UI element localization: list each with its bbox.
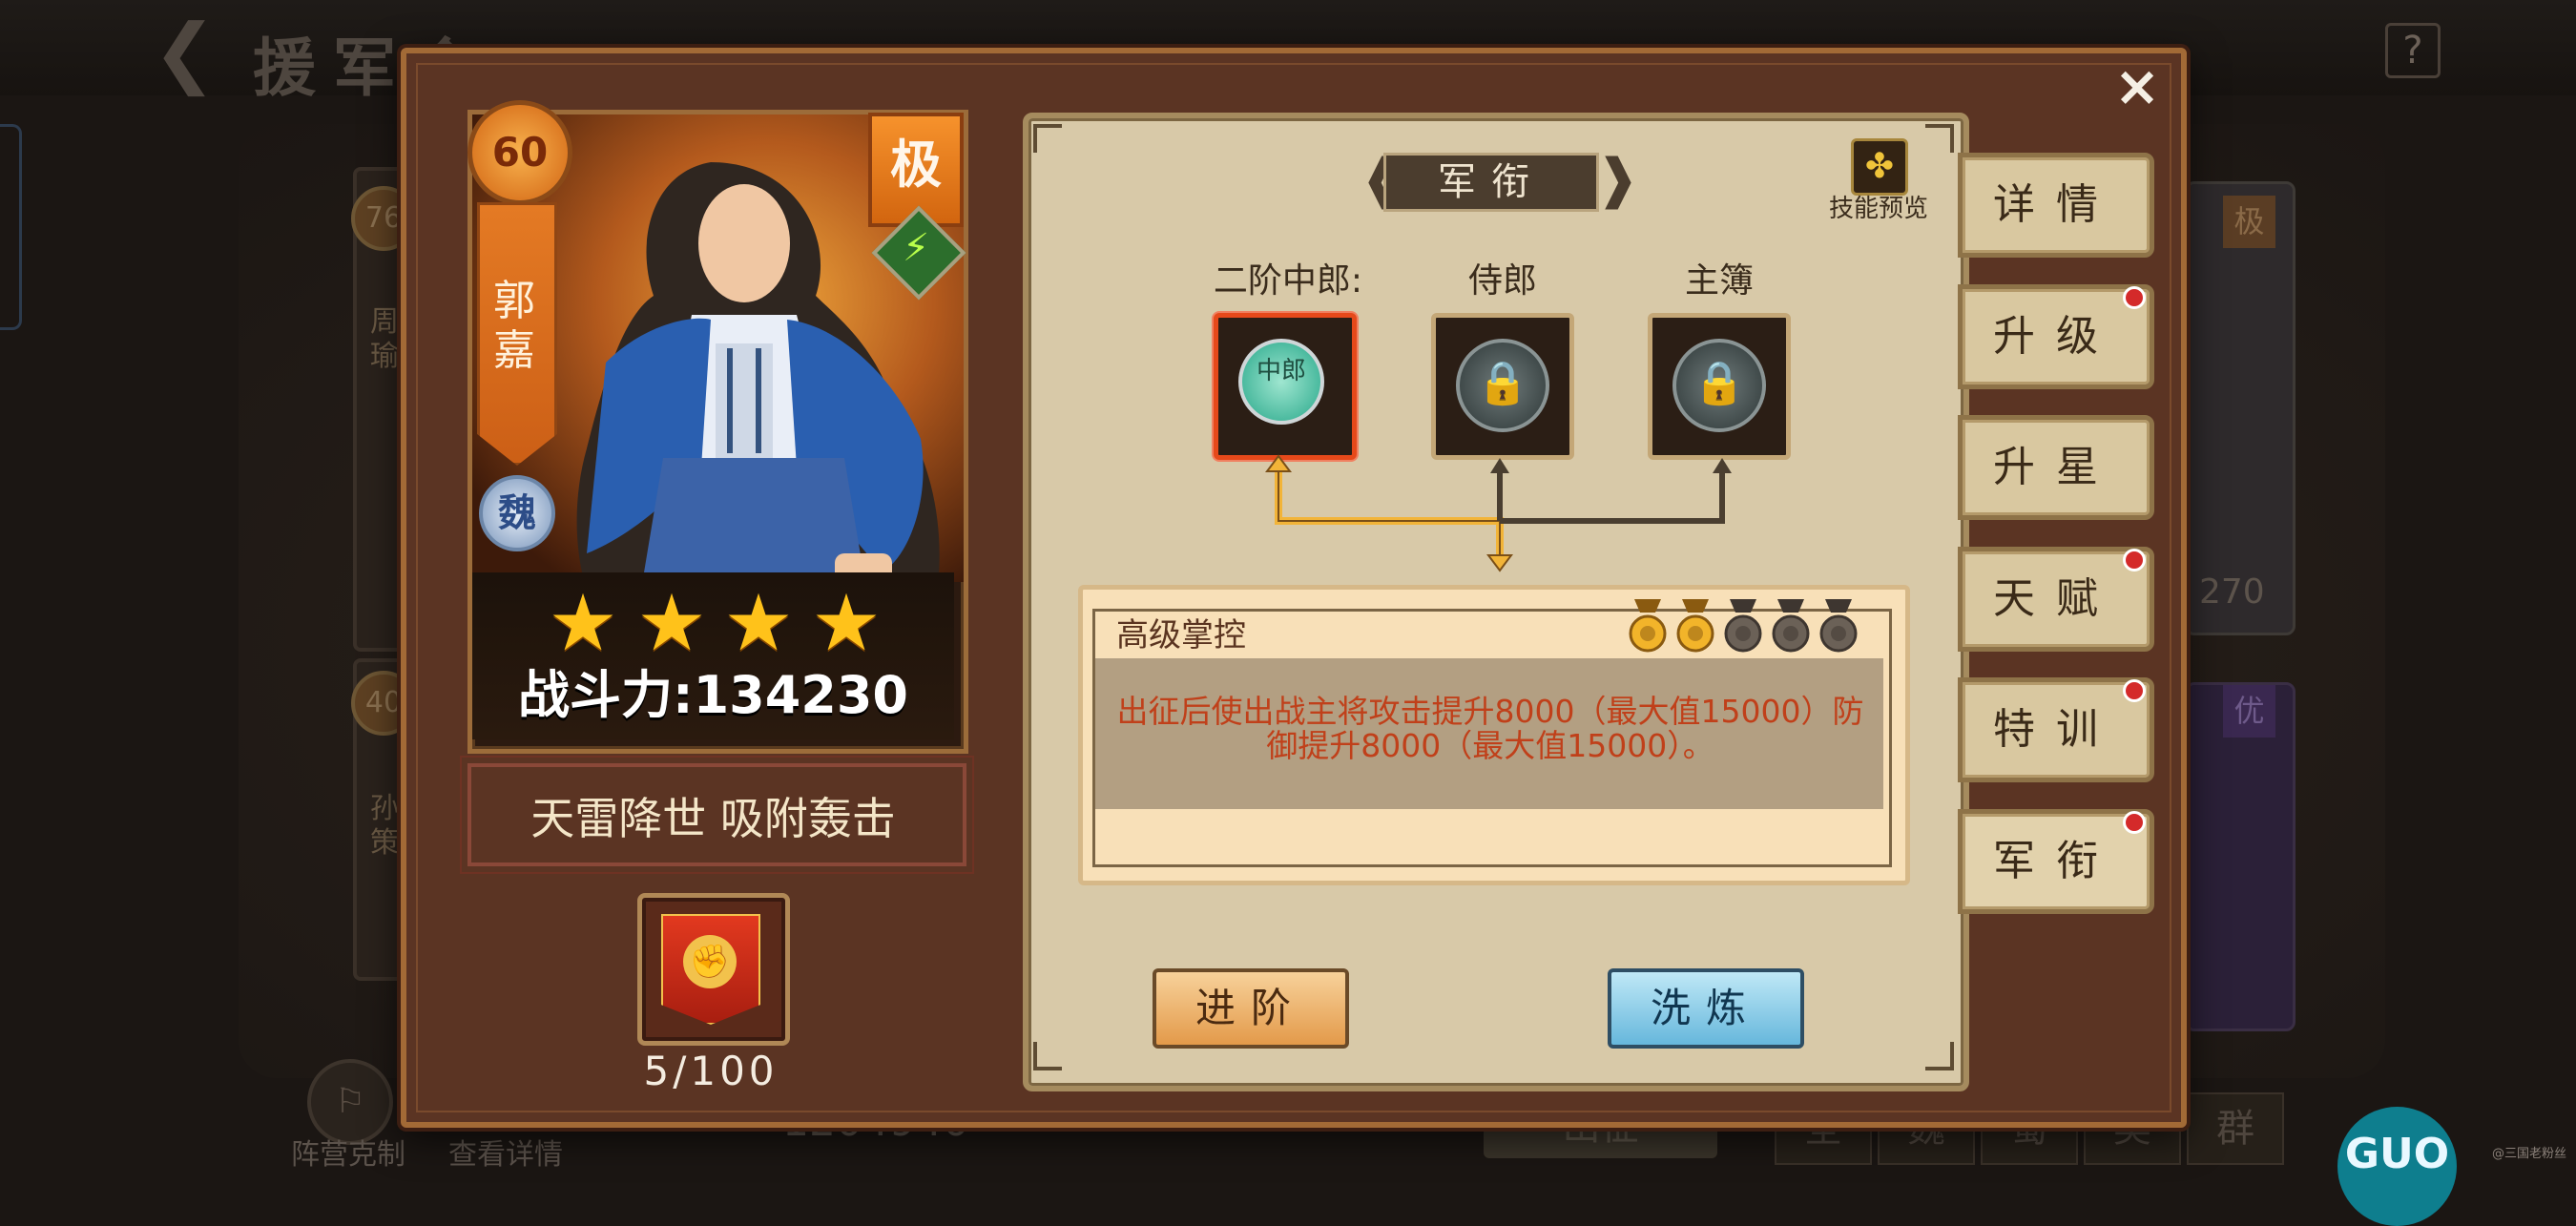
- rank-label-1: 二阶中郎:: [1213, 261, 1363, 301]
- view-details-label[interactable]: 查看详情: [448, 1131, 563, 1173]
- star-icon: ★: [723, 578, 794, 669]
- watermark: @三国老粉丝: [2492, 1147, 2567, 1161]
- header-right-ornament: ❱: [1595, 148, 1640, 210]
- grade-medal-empty-icon: [1722, 599, 1764, 655]
- panel-corner: [1925, 1042, 1954, 1070]
- bg-hero-name-1: 周瑜: [370, 305, 399, 373]
- grade-medal-filled-icon: [1674, 599, 1716, 655]
- star-icon: ★: [548, 578, 618, 669]
- left-edge-panel[interactable]: [0, 124, 22, 330]
- lightning-icon: ⚡: [902, 226, 930, 270]
- hero-name: 郭嘉: [493, 277, 535, 375]
- advance-button[interactable]: 进阶: [1153, 968, 1349, 1049]
- skill-description: 出征后使出战主将攻击提升8000（最大值15000）防御提升8000（最大值15…: [1116, 693, 1864, 764]
- tab-details[interactable]: 详情: [1958, 153, 2154, 258]
- star-icon: ★: [636, 578, 707, 669]
- star-icon: ★: [811, 578, 882, 669]
- panel-corner: [1033, 1042, 1062, 1070]
- rank-label-2: 侍郎: [1467, 261, 1537, 301]
- rank-progress-connectors: [1265, 454, 1732, 572]
- tab-star-up[interactable]: 升星: [1958, 415, 2154, 520]
- grade-medal-empty-icon: [1818, 599, 1859, 655]
- close-icon[interactable]: ×: [2109, 57, 2166, 114]
- hero-level-badge: 60: [467, 100, 572, 205]
- panel-corner: [1033, 124, 1062, 153]
- panel-corner: [1925, 124, 1954, 153]
- notification-dot: [2123, 549, 2146, 571]
- grade-medal-filled-icon: [1627, 599, 1669, 655]
- rank-medal-icon: 中郎: [1238, 339, 1324, 425]
- filter-tile-qun[interactable]: 群: [2187, 1092, 2284, 1165]
- bg-right-card-1[interactable]: [2185, 181, 2296, 635]
- refine-button[interactable]: 洗炼: [1608, 968, 1804, 1049]
- skill-title: 高级掌控: [1116, 616, 1246, 655]
- help-button[interactable]: ?: [2385, 23, 2441, 78]
- grade-medal-empty-icon: [1770, 599, 1812, 655]
- notification-dot: [2123, 286, 2146, 309]
- corner-logo: GUO: [2337, 1107, 2457, 1226]
- lock-icon: 🔒: [1672, 339, 1766, 432]
- notification-dot: [2123, 811, 2146, 834]
- back-arrow-icon[interactable]: ❮: [153, 14, 217, 91]
- lock-icon: 🔒: [1456, 339, 1549, 432]
- skill-preview-label[interactable]: 技能预览: [1822, 189, 1935, 224]
- combat-power: 战斗力:134230: [517, 665, 909, 725]
- notification-dot: [2123, 679, 2146, 702]
- panel-title: 军衔: [1383, 153, 1599, 212]
- bg-hero-name-2: 孙策: [370, 792, 399, 860]
- camp-counter-label[interactable]: 阵营克制: [291, 1131, 405, 1173]
- skill-preview-icon[interactable]: ✤: [1851, 138, 1908, 196]
- rank-label-3: 主簿: [1684, 261, 1754, 301]
- bg-right-badge-2: 优: [2223, 685, 2275, 738]
- hero-skills: 天雷降世 吸附轰击: [530, 793, 896, 844]
- faction-badge: 魏: [479, 475, 555, 551]
- emblem-count: 5/100: [643, 1048, 779, 1094]
- bg-right-badge: 极: [2223, 196, 2275, 248]
- fist-icon: ✊: [683, 935, 737, 988]
- bg-right-power: 270: [2199, 572, 2265, 612]
